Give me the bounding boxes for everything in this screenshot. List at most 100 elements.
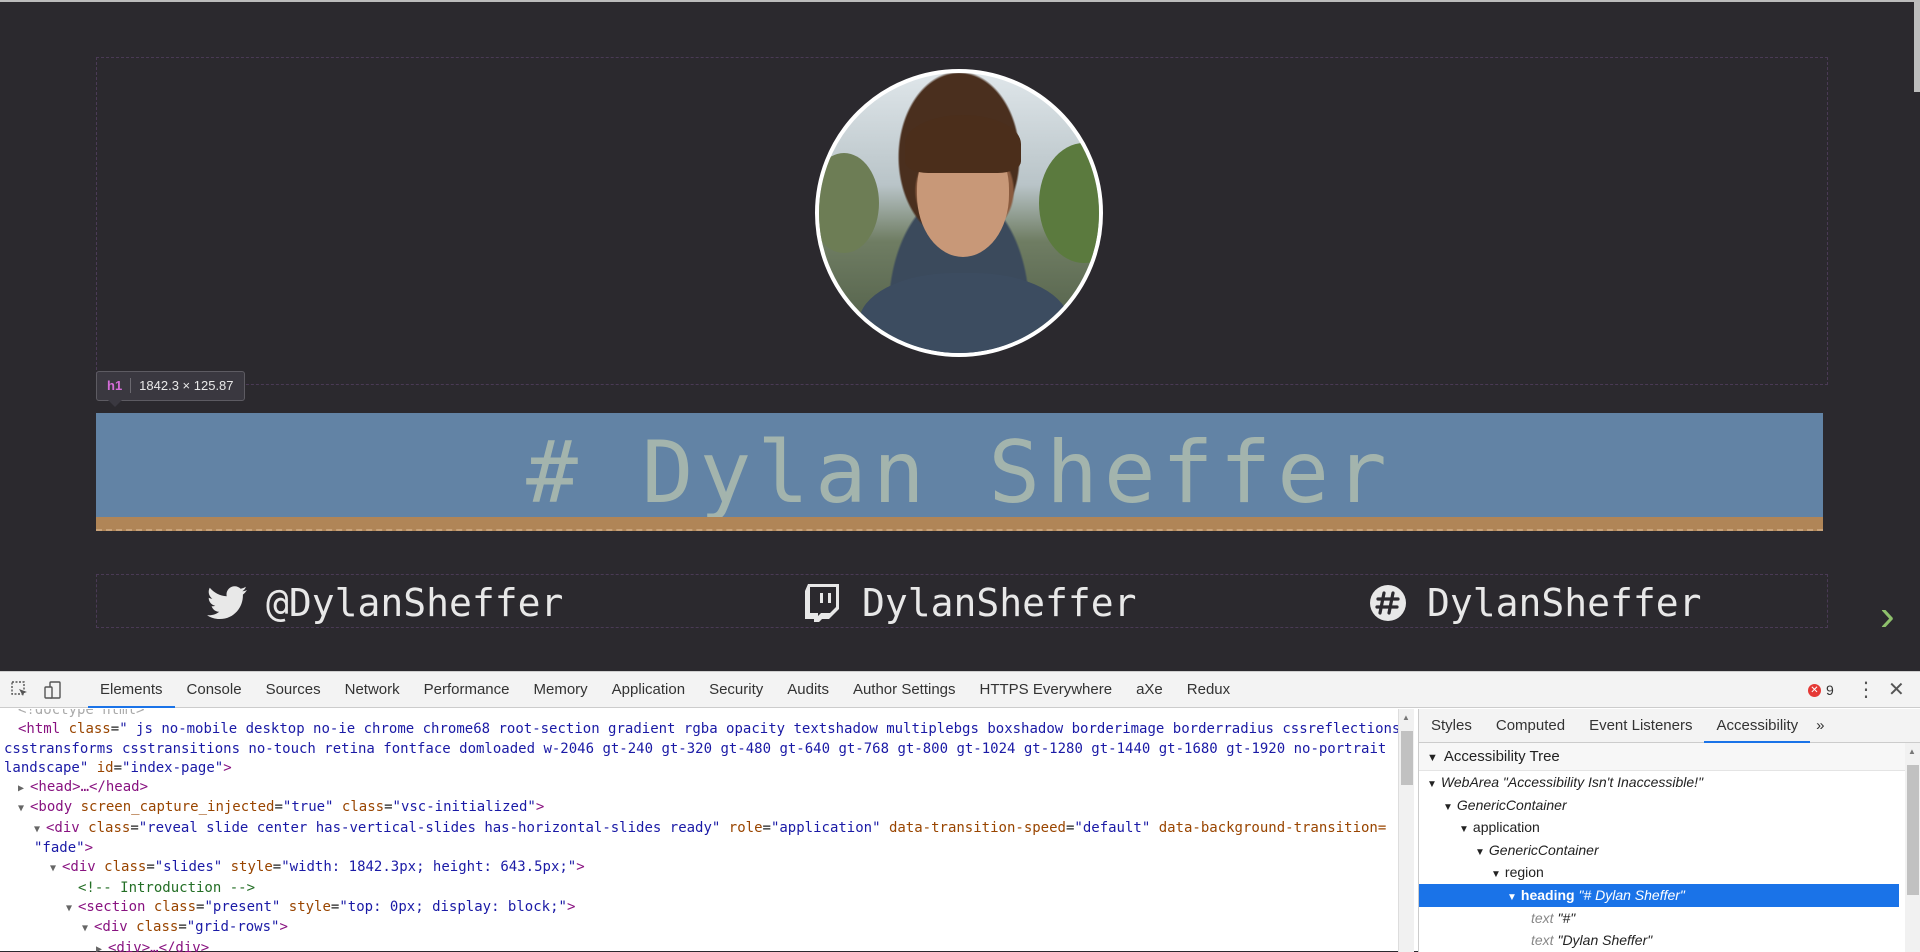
body-tag: <body (30, 799, 73, 816)
div-class-attr: class (88, 819, 131, 836)
accessibility-scrollbar[interactable]: ▲ (1905, 743, 1920, 952)
tab-https-everywhere[interactable]: HTTPS Everywhere (968, 672, 1125, 708)
dom-line-html[interactable]: <html class=" js no-mobile desktop no-ie… (0, 720, 1398, 739)
html-tag: <html (18, 721, 61, 738)
ax-node-genericcontainer[interactable]: ▼ GenericContainer (1419, 794, 1899, 817)
side-tab-styles[interactable]: Styles (1419, 709, 1484, 743)
accessibility-scroll-thumb[interactable] (1907, 765, 1919, 895)
sidebar-tabs: Styles Computed Event Listeners Accessibili… (1419, 709, 1920, 743)
scroll-up-arrow-icon[interactable]: ▲ (1908, 747, 1916, 756)
dom-scrollbar[interactable]: ▲ (1398, 709, 1414, 952)
inspect-element-icon[interactable] (11, 681, 29, 699)
expand-triangle-icon[interactable]: ▶ (96, 940, 108, 952)
accessibility-tree-header[interactable]: ▼ Accessibility Tree (1419, 743, 1905, 771)
div-bg-transition-attr: data-background-transition= (1158, 819, 1387, 836)
sidebar-panel: Styles Computed Event Listeners Accessibili… (1418, 709, 1920, 952)
ax-node-region[interactable]: ▼ region (1419, 861, 1899, 884)
dom-line-reveal-div-2: "fade"> (34, 840, 94, 857)
ax-node-role: GenericContainer (1456, 796, 1567, 813)
collapse-triangle-icon[interactable]: ▼ (1475, 847, 1485, 858)
next-slide-arrow[interactable]: › (1880, 594, 1910, 638)
div-style-value: "width: 1842.3px; height: 643.5px;" (281, 859, 577, 876)
tooltip-arrow (108, 400, 122, 407)
html-id-value: "index-page" (122, 759, 224, 776)
ax-node-role: text (1531, 909, 1554, 926)
ax-node-text[interactable]: text "Dylan Sheffer" (1419, 929, 1899, 952)
page-scrollbar[interactable] (1914, 2, 1920, 92)
dom-line-html-3: landscape" id="index-page"> (4, 759, 232, 776)
error-counter[interactable]: ✕ 9 (1808, 672, 1834, 708)
photo-background-tree-left (819, 153, 879, 253)
collapse-triangle-icon[interactable]: ▼ (50, 859, 62, 878)
expand-triangle-icon[interactable]: ▶ (18, 779, 30, 798)
tab-network[interactable]: Network (333, 672, 412, 708)
ax-node-webarea[interactable]: ▼ WebArea "Accessibility Isn't Inaccessib… (1419, 771, 1899, 794)
ax-node-genericcontainer[interactable]: ▼ GenericContainer (1419, 839, 1899, 862)
div-class-attr: class (104, 859, 147, 876)
dom-line-section[interactable]: ▼ <section class="present" style="top: 0p… (0, 898, 1398, 918)
div-class-value: "reveal slide center has-vertical-slides… (138, 819, 721, 836)
tab-console[interactable]: Console (175, 672, 254, 708)
photo-background-tree-right (1039, 143, 1099, 263)
collapse-triangle-icon[interactable]: ▼ (18, 799, 30, 818)
scroll-up-arrow-icon[interactable]: ▲ (1402, 713, 1410, 722)
tab-performance[interactable]: Performance (412, 672, 522, 708)
tab-elements[interactable]: Elements (88, 672, 175, 708)
slide-heading-highlight: # Dylan Sheffer (96, 413, 1823, 531)
dom-line-grid-rows[interactable]: ▼ <div class="grid-rows"> (0, 918, 1398, 938)
ax-node-application[interactable]: ▼ application (1419, 816, 1899, 839)
dom-line-comment[interactable]: <!-- Introduction --> (0, 879, 1398, 898)
slide-heading: # Dylan Sheffer (526, 423, 1393, 523)
collapse-triangle-icon[interactable]: ▼ (82, 919, 94, 938)
body-attr-2: class (341, 799, 385, 816)
social-twitch[interactable]: DylanSheffer (802, 580, 1137, 626)
collapse-triangle-icon[interactable]: ▼ (1491, 869, 1501, 880)
collapse-triangle-icon[interactable]: ▼ (1459, 824, 1469, 835)
tab-security[interactable]: Security (697, 672, 775, 708)
collapse-triangle-icon[interactable]: ▼ (1427, 779, 1437, 790)
div-style-attr: style (230, 859, 273, 876)
ax-node-name: "Dylan Sheffer" (1553, 932, 1653, 949)
social-slack[interactable]: DylanSheffer (1367, 580, 1702, 626)
dom-line-html-2: csstransforms csstransitions no-touch re… (0, 740, 1398, 759)
div-bg-transition-value: "fade" (34, 840, 85, 857)
dom-line-body[interactable]: ▼ <body screen_capture_injected="true" cl… (0, 798, 1398, 818)
slack-handle: DylanSheffer (1427, 581, 1702, 625)
side-tab-accessibility[interactable]: Accessibility (1704, 709, 1811, 743)
side-tab-event-listeners[interactable]: Event Listeners (1577, 709, 1704, 743)
dom-line-head[interactable]: ▶ <head>…</head> (0, 778, 1398, 798)
devtools-tabs: Elements Console Sources Network Performance… (88, 672, 1242, 708)
tab-author-settings[interactable]: Author Settings (841, 672, 968, 708)
collapse-triangle-icon[interactable]: ▼ (1443, 802, 1453, 813)
ax-node-text[interactable]: text "#" (1419, 907, 1899, 930)
collapse-triangle-icon[interactable]: ▼ (34, 820, 46, 839)
tab-axe[interactable]: aXe (1124, 672, 1175, 708)
collapse-triangle-icon[interactable]: ▼ (1507, 892, 1517, 903)
dom-line-inner-div[interactable]: ▶ <div>…</div> (0, 939, 1398, 952)
html-class-value: " js no-mobile desktop no-ie chrome chro… (119, 721, 1398, 738)
dom-scroll-thumb[interactable] (1401, 731, 1413, 785)
ax-node-heading[interactable]: ▼ heading "# Dylan Sheffer" (1419, 883, 1899, 907)
device-toolbar-icon[interactable] (44, 681, 62, 699)
html-class-attr: class (68, 721, 111, 738)
tab-memory[interactable]: Memory (522, 672, 600, 708)
div-transition-value: "default" (1074, 819, 1151, 836)
more-tabs-chevron-icon[interactable]: » (1810, 709, 1830, 743)
html-comment: <!-- Introduction --> (78, 879, 256, 896)
body-attr-1: screen_capture_injected (80, 799, 275, 816)
social-twitter[interactable]: @DylanSheffer (206, 580, 563, 626)
more-options-icon[interactable]: ⋮ (1856, 672, 1876, 708)
twitter-handle: @DylanSheffer (266, 581, 564, 625)
collapse-triangle-icon[interactable]: ▼ (66, 899, 78, 918)
tab-audits[interactable]: Audits (775, 672, 841, 708)
tab-sources[interactable]: Sources (254, 672, 333, 708)
side-tab-computed[interactable]: Computed (1484, 709, 1577, 743)
tab-application[interactable]: Application (600, 672, 697, 708)
div-role-value: "application" (770, 819, 881, 836)
profile-photo (815, 69, 1103, 357)
tab-redux[interactable]: Redux (1175, 672, 1242, 708)
dom-line-doctype[interactable]: <!doctype html> (0, 709, 1398, 720)
dom-line-slides-div[interactable]: ▼ <div class="slides" style="width: 1842.… (0, 858, 1398, 878)
close-devtools-icon[interactable]: ✕ (1888, 672, 1905, 708)
dom-line-reveal-div[interactable]: ▼ <div class="reveal slide center has-ver… (0, 819, 1398, 839)
